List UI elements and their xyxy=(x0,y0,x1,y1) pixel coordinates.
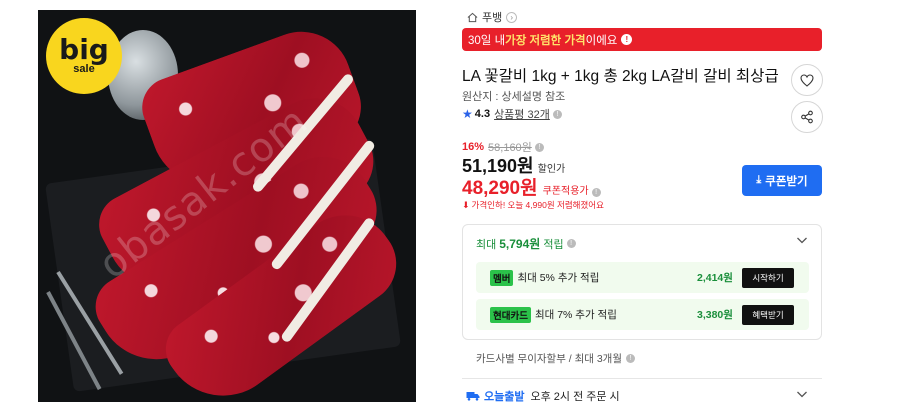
info-icon[interactable]: ! xyxy=(552,109,562,119)
benefit-row-card: 현대카드 최대 7% 추가 적립 3,380원 혜택받기 xyxy=(476,299,809,330)
coupon-price-label: 쿠폰적용가 xyxy=(542,186,589,197)
benefit-tag: 현대카드 xyxy=(490,306,531,323)
star-icon: ★ xyxy=(462,107,473,121)
chevron-down-icon[interactable] xyxy=(796,388,808,400)
chevron-right-icon: › xyxy=(506,11,518,23)
installment-text: 카드사별 무이자할부 / 최대 3개월 xyxy=(476,353,623,365)
down-arrow-icon: ⬇ xyxy=(462,199,470,210)
coupon-price-row: 48,290원 쿠폰적용가 ! xyxy=(462,173,601,200)
start-membership-button[interactable]: 시작하기 xyxy=(742,268,794,288)
home-icon xyxy=(467,12,478,22)
truck-icon xyxy=(466,392,480,401)
chevron-down-icon[interactable] xyxy=(796,234,808,246)
brand-name: 푸뱅 xyxy=(482,12,503,24)
download-icon: ⤓ xyxy=(756,174,762,186)
product-rating: ★ 4.3 상품평 32개 ! xyxy=(462,106,562,122)
info-icon[interactable]: ! xyxy=(591,188,601,197)
benefit-amount: 3,380원 xyxy=(697,309,733,321)
get-coupon-button[interactable]: ⤓ 쿠폰받기 xyxy=(742,165,822,196)
rewards-header[interactable]: 최대 5,794원 적립 ! xyxy=(476,235,576,252)
info-icon[interactable]: ! xyxy=(566,239,576,248)
brand-link[interactable]: 푸뱅 › xyxy=(467,9,518,25)
rating-score: 4.3 xyxy=(474,108,491,120)
info-icon[interactable]: ! xyxy=(621,34,633,45)
lowest-suffix: 이에요 xyxy=(585,34,618,47)
heart-icon xyxy=(800,73,814,87)
divider xyxy=(462,378,822,379)
price-drop-text: 가격인하! 오늘 4,990원 저렴해졌어요 xyxy=(471,200,604,210)
big-sale-badge: big sale xyxy=(46,18,122,94)
rewards-prefix: 최대 xyxy=(476,238,497,251)
share-button[interactable] xyxy=(791,101,823,133)
lowest-price-banner: 30일 내 가장 저렴한 가격 이에요 ! xyxy=(462,28,822,51)
wishlist-button[interactable] xyxy=(791,64,823,96)
get-benefit-button[interactable]: 혜택받기 xyxy=(742,305,794,325)
benefit-amount: 2,414원 xyxy=(697,272,733,284)
shipping-text: 오후 2시 전 주문 시 xyxy=(530,391,620,403)
rewards-amount: 5,794원 xyxy=(499,237,541,251)
badge-big-text: big xyxy=(59,33,109,66)
info-icon[interactable]: ! xyxy=(534,142,544,152)
benefit-text: 최대 5% 추가 적립 xyxy=(517,272,600,284)
product-origin: 원산지 : 상세설명 참조 xyxy=(462,91,566,103)
get-coupon-label: 쿠폰받기 xyxy=(765,175,808,188)
review-count-link[interactable]: 상품평 32개 xyxy=(494,106,550,122)
today-shipping-label: 오늘출발 xyxy=(484,391,525,403)
benefit-tag: 멤버 xyxy=(490,269,514,286)
badge-sale-text: sale xyxy=(73,63,95,75)
coupon-price: 48,290원 xyxy=(462,178,538,199)
benefit-text: 최대 7% 추가 적립 xyxy=(534,309,617,321)
lowest-highlight: 가장 저렴한 가격 xyxy=(505,34,586,47)
product-image[interactable]: obasak.com big sale xyxy=(38,10,416,402)
rewards-suffix: 적립 xyxy=(543,238,564,251)
lowest-prefix: 30일 내 xyxy=(468,34,506,47)
installment-info: 카드사별 무이자할부 / 최대 3개월 ! xyxy=(476,351,636,366)
price-drop-note: ⬇ 가격인하! 오늘 4,990원 저렴해졌어요 xyxy=(462,199,604,211)
benefit-row-membership: 멤버 최대 5% 추가 적립 2,414원 시작하기 xyxy=(476,262,809,293)
info-icon[interactable]: ! xyxy=(626,354,636,363)
share-icon xyxy=(801,110,813,124)
shipping-info[interactable]: 오늘출발 오후 2시 전 주문 시 xyxy=(466,388,620,404)
product-title: LA 꽃갈비 1kg + 1kg 총 2kg LA갈비 갈비 최상급 xyxy=(462,68,779,85)
